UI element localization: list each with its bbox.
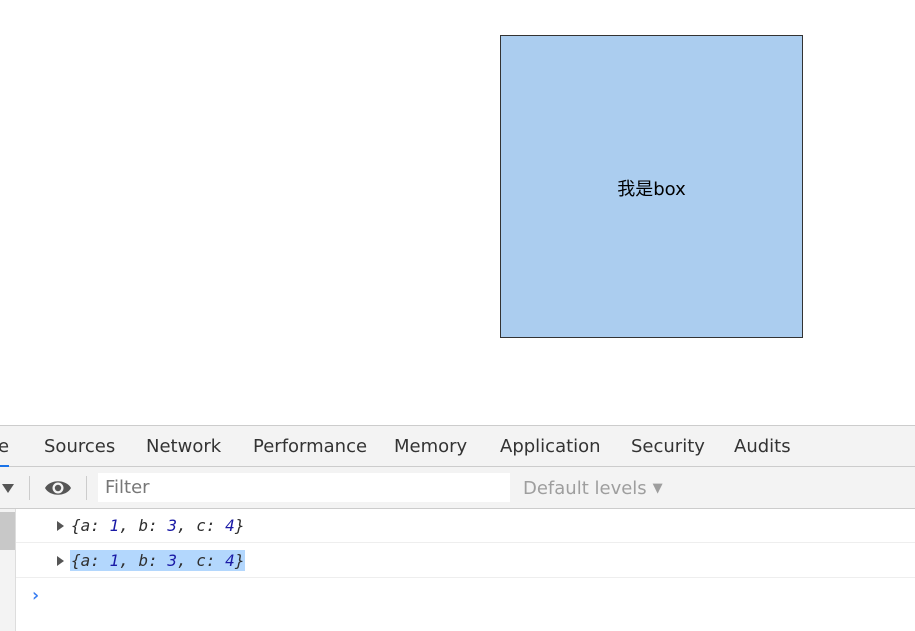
log-object-selected[interactable]: {a: 1, b: 3, c: 4} (70, 550, 246, 571)
triangle-down-icon[interactable] (2, 477, 14, 503)
expand-triangle-icon[interactable] (57, 556, 64, 566)
gutter-scroll-thumb[interactable] (0, 512, 15, 550)
page-viewport: 我是box (0, 0, 915, 425)
tab-performance[interactable]: Performance (253, 426, 367, 466)
eye-icon[interactable] (44, 478, 72, 498)
expand-triangle-icon[interactable] (57, 521, 64, 531)
console-log-row: {a: 1, b: 3, c: 4} (16, 544, 915, 578)
demo-box: 我是box (500, 35, 803, 338)
levels-label: Default levels (523, 478, 647, 499)
box-label: 我是box (617, 178, 686, 200)
console-prompt-icon[interactable]: › (30, 585, 41, 606)
tab-application[interactable]: Application (500, 426, 601, 466)
console-log-row: {a: 1, b: 3, c: 4} (16, 509, 915, 543)
filter-input[interactable] (98, 473, 510, 502)
console-output: {a: 1, b: 3, c: 4} {a: 1, b: 3, c: 4} › (0, 509, 915, 631)
devtools-tabbar: e Sources Network Performance Memory App… (0, 425, 915, 467)
tab-console[interactable]: e (0, 426, 10, 467)
tab-audits[interactable]: Audits (734, 426, 791, 466)
tab-sources[interactable]: Sources (44, 426, 115, 466)
console-toolbar: Default levels ▼ (0, 467, 915, 509)
chevron-down-icon: ▼ (652, 481, 663, 496)
toolbar-divider (29, 476, 30, 500)
tab-security[interactable]: Security (631, 426, 705, 466)
default-levels-dropdown[interactable]: Default levels ▼ (523, 467, 663, 509)
devtools-panel: e Sources Network Performance Memory App… (0, 425, 915, 631)
log-object[interactable]: {a: 1, b: 3, c: 4} (70, 515, 245, 536)
tab-network[interactable]: Network (146, 426, 221, 466)
tab-memory[interactable]: Memory (394, 426, 467, 466)
toolbar-divider (86, 476, 87, 500)
console-sidebar-gutter (0, 509, 16, 631)
